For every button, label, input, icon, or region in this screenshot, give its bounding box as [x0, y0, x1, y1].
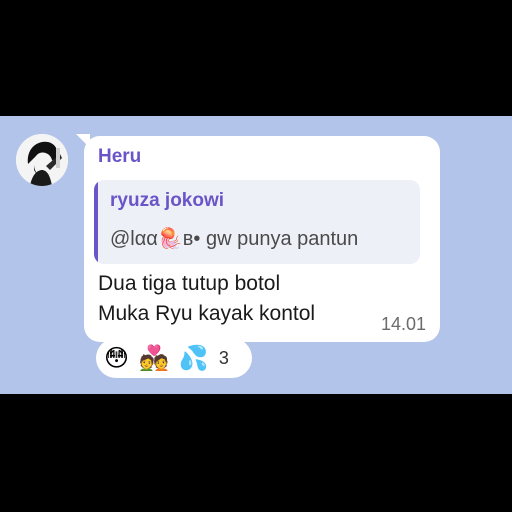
couple-with-heart-icon[interactable]: 💑 [139, 346, 169, 370]
flushed-face-icon[interactable]: 😳 [104, 346, 129, 370]
message-text-line-1: Dua tiga tutup botol [98, 272, 281, 295]
message-text-line-2: Muka Ryu kayak kontol [98, 302, 316, 325]
message-timestamp: 14.01 [380, 314, 426, 334]
reply-text: @lαα🪼ʙ• gw punya pantun [110, 228, 359, 250]
avatar[interactable] [16, 134, 68, 186]
screen: Heru ryuza jokowi @lαα🪼ʙ• gw punya pantu… [0, 0, 512, 512]
sender-name[interactable]: Heru [98, 146, 141, 168]
reactions-bar[interactable]: 😳 💑 💦 3 [96, 338, 252, 378]
reaction-count: 3 [218, 347, 229, 368]
reply-accent-bar [94, 180, 98, 264]
sweat-droplets-icon[interactable]: 💦 [179, 346, 209, 370]
reply-preview[interactable]: ryuza jokowi @lαα🪼ʙ• gw punya pantun [94, 180, 420, 264]
reply-author: ryuza jokowi [110, 190, 225, 211]
avatar-image [16, 134, 68, 186]
message-bubble[interactable]: Heru ryuza jokowi @lαα🪼ʙ• gw punya pantu… [84, 136, 440, 342]
